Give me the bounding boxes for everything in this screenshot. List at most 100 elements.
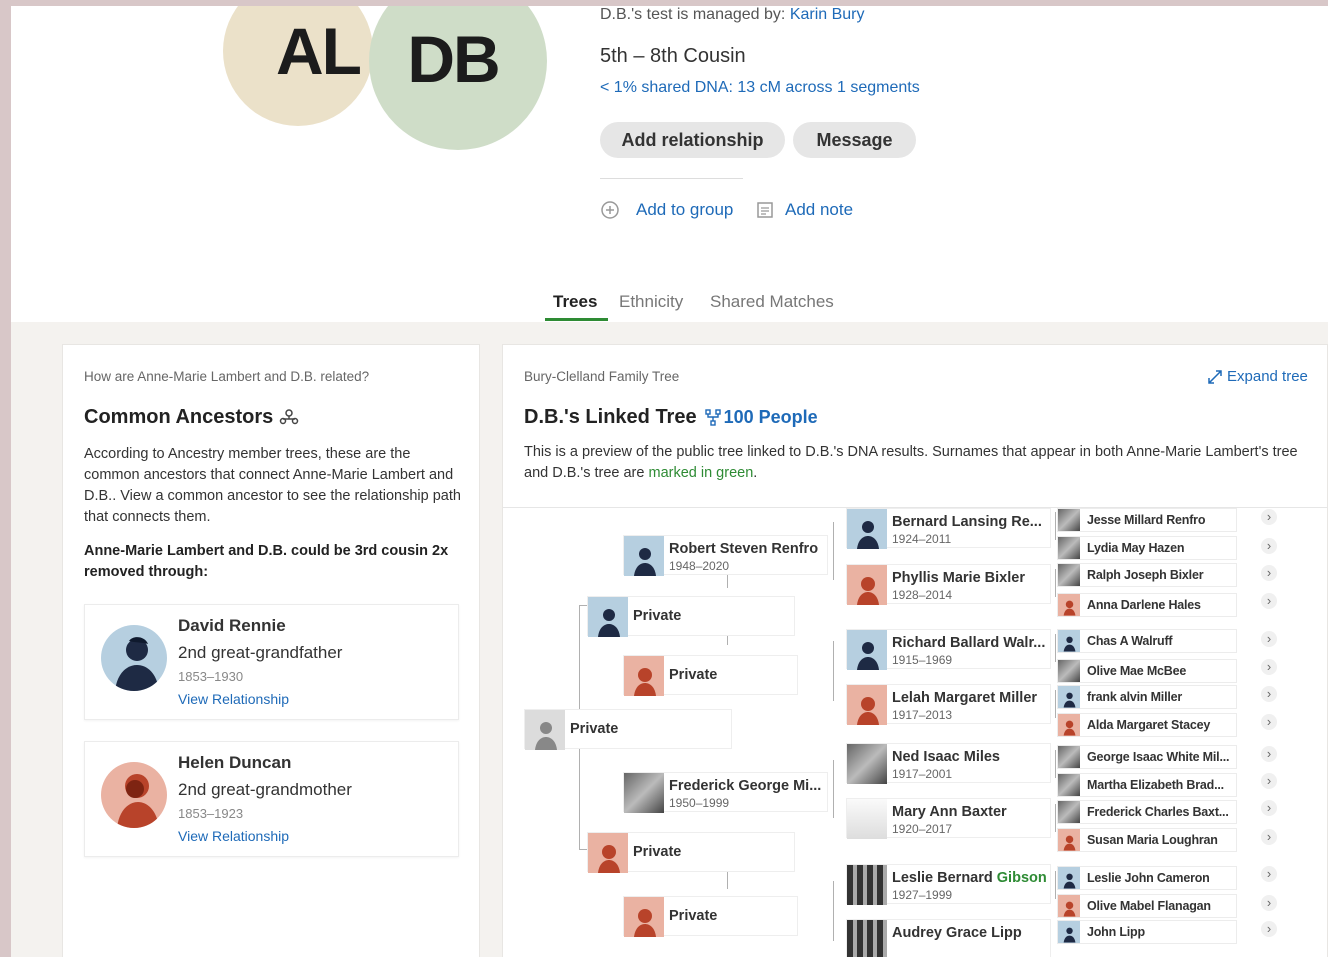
photo-thumbnail	[1058, 660, 1080, 682]
tree-node-ancestor[interactable]: Leslie John Cameron	[1057, 866, 1237, 890]
linked-tree-card: Bury-Clelland Family Tree Expand tree D.…	[502, 344, 1328, 957]
tree-node-grandparent[interactable]: Private	[623, 896, 798, 937]
ancestors-icon	[280, 408, 299, 424]
tree-node-root[interactable]: Private	[524, 709, 732, 750]
photo-thumbnail	[1058, 801, 1080, 823]
common-ancestors-card: How are Anne-Marie Lambert and D.B. rela…	[62, 344, 480, 957]
tree-node-parent[interactable]: Private	[587, 596, 795, 637]
chevron-right-icon[interactable]: ›	[1261, 565, 1277, 581]
tree-node-great-grandparent[interactable]: Lelah Margaret Miller 1917–2013	[846, 684, 1051, 725]
tree-node-ancestor[interactable]: Lydia May Hazen	[1057, 536, 1237, 560]
tree-node-parent[interactable]: Private	[587, 832, 795, 873]
tree-node-great-grandparent[interactable]: Mary Ann Baxter 1920–2017	[846, 798, 1051, 839]
photo-thumbnail	[1058, 746, 1080, 768]
chevron-right-icon[interactable]: ›	[1261, 773, 1277, 789]
common-ancestors-title: Common Ancestors	[84, 406, 300, 429]
male-silhouette-icon	[847, 509, 887, 549]
add-to-group-label: Add to group	[636, 200, 734, 219]
ancestor-relation: 2nd great-grandfather	[178, 643, 343, 662]
expand-icon	[1208, 369, 1222, 384]
tree-node-great-grandparent[interactable]: Ned Isaac Miles 1917–2001	[846, 743, 1051, 784]
photo-thumbnail	[624, 773, 664, 813]
ancestor-relation: 2nd great-grandmother	[178, 780, 352, 799]
relationship-summary: Anne-Marie Lambert and D.B. could be 3rd…	[84, 543, 449, 580]
tree-pedigree: Private Private Private Robert Steven Re…	[503, 508, 1328, 957]
photo-thumbnail	[1058, 509, 1080, 531]
female-avatar-icon	[101, 762, 167, 828]
tree-node-ancestor[interactable]: Chas A Walruff	[1057, 629, 1237, 653]
linked-tree-title: D.B.'s Linked Tree	[524, 406, 697, 428]
tree-node-ancestor[interactable]: John Lipp	[1057, 920, 1237, 944]
photo-thumbnail	[1058, 774, 1080, 796]
person-silhouette-icon	[525, 710, 565, 750]
tab-trees[interactable]: Trees	[553, 292, 597, 312]
expand-tree-button[interactable]: Expand tree	[1207, 368, 1308, 385]
common-ancestor-card[interactable]: Helen Duncan 2nd great-grandmother 1853–…	[84, 741, 459, 857]
tree-node-grandparent[interactable]: Frederick George Mi... 1950–1999	[623, 772, 828, 813]
tree-node-ancestor[interactable]: Ralph Joseph Bixler	[1057, 563, 1237, 587]
chevron-right-icon[interactable]: ›	[1261, 921, 1277, 937]
add-note-button[interactable]: Add note	[755, 200, 853, 220]
female-silhouette-icon	[847, 685, 887, 725]
photo-thumbnail	[1058, 564, 1080, 586]
view-relationship-link[interactable]: View Relationship	[178, 691, 289, 707]
male-silhouette-icon	[1058, 686, 1080, 708]
tab-content-area: How are Anne-Marie Lambert and D.B. rela…	[11, 322, 1328, 957]
add-to-group-button[interactable]: Add to group	[600, 200, 733, 220]
shared-dna-link[interactable]: < 1% shared DNA: 13 cM across 1 segments	[600, 79, 920, 97]
tree-node-ancestor[interactable]: Anna Darlene Hales	[1057, 593, 1237, 617]
common-ancestors-description: According to Ancestry member trees, thes…	[84, 446, 461, 525]
chevron-right-icon[interactable]: ›	[1261, 659, 1277, 675]
female-silhouette-icon	[624, 656, 664, 696]
linked-tree-title-row: D.B.'s Linked Tree 100 People	[524, 406, 818, 429]
tree-node-great-grandparent[interactable]: Leslie Bernard Gibson 1927–1999	[846, 864, 1051, 905]
chevron-right-icon[interactable]: ›	[1261, 746, 1277, 762]
add-note-label: Add note	[785, 200, 854, 219]
expand-tree-label: Expand tree	[1227, 368, 1308, 385]
tree-node-great-grandparent[interactable]: Bernard Lansing Re... 1924–2011	[846, 508, 1051, 549]
chevron-right-icon[interactable]: ›	[1261, 800, 1277, 816]
tree-node-great-grandparent[interactable]: Audrey Grace Lipp	[846, 919, 1051, 957]
tree-node-grandparent[interactable]: Robert Steven Renfro 1948–2020	[623, 535, 828, 576]
relation-question: How are Anne-Marie Lambert and D.B. rela…	[84, 369, 370, 384]
female-silhouette-icon	[1058, 714, 1080, 736]
people-count-link[interactable]: 100 People	[704, 407, 818, 428]
chevron-right-icon[interactable]: ›	[1261, 895, 1277, 911]
female-silhouette-icon	[1058, 829, 1080, 851]
chevron-right-icon[interactable]: ›	[1261, 631, 1277, 647]
manager-link[interactable]: Karin Bury	[790, 6, 865, 23]
tree-node-great-grandparent[interactable]: Phyllis Marie Bixler 1928–2014	[846, 564, 1051, 605]
female-silhouette-icon	[847, 565, 887, 605]
tab-ethnicity[interactable]: Ethnicity	[619, 292, 683, 312]
avatar-anne-marie: AL	[223, 6, 373, 126]
chevron-right-icon[interactable]: ›	[1261, 538, 1277, 554]
female-silhouette-icon	[1058, 594, 1080, 616]
chevron-right-icon[interactable]: ›	[1261, 509, 1277, 525]
divider	[600, 178, 743, 179]
tree-node-ancestor[interactable]: Jesse Millard Renfro	[1057, 508, 1237, 532]
chevron-right-icon[interactable]: ›	[1261, 866, 1277, 882]
chevron-right-icon[interactable]: ›	[1261, 686, 1277, 702]
tree-node-ancestor[interactable]: Olive Mae McBee	[1057, 659, 1237, 683]
chevron-right-icon[interactable]: ›	[1261, 714, 1277, 730]
chevron-right-icon[interactable]: ›	[1261, 829, 1277, 845]
chevron-right-icon[interactable]: ›	[1261, 593, 1277, 609]
male-silhouette-icon	[1058, 867, 1080, 889]
photo-thumbnail	[847, 920, 887, 957]
photo-thumbnail	[1058, 537, 1080, 559]
tree-node-ancestor[interactable]: frank alvin Miller	[1057, 685, 1237, 709]
photo-thumbnail	[847, 744, 887, 784]
common-ancestor-card[interactable]: David Rennie 2nd great-grandfather 1853–…	[84, 604, 459, 720]
tree-node-ancestor[interactable]: Frederick Charles Baxt...	[1057, 800, 1237, 824]
tree-node-ancestor[interactable]: George Isaac White Mil...	[1057, 745, 1237, 769]
message-button[interactable]: Message	[793, 122, 916, 158]
tree-node-grandparent[interactable]: Private	[623, 655, 798, 696]
tab-shared-matches[interactable]: Shared Matches	[710, 292, 834, 312]
tree-node-ancestor[interactable]: Olive Mabel Flanagan	[1057, 894, 1237, 918]
tree-node-ancestor[interactable]: Susan Maria Loughran	[1057, 828, 1237, 852]
view-relationship-link[interactable]: View Relationship	[178, 828, 289, 844]
tree-node-great-grandparent[interactable]: Richard Ballard Walr... 1915–1969	[846, 629, 1051, 670]
tree-node-ancestor[interactable]: Alda Margaret Stacey	[1057, 713, 1237, 737]
add-relationship-button[interactable]: Add relationship	[600, 122, 785, 158]
tree-node-ancestor[interactable]: Martha Elizabeth Brad...	[1057, 773, 1237, 797]
